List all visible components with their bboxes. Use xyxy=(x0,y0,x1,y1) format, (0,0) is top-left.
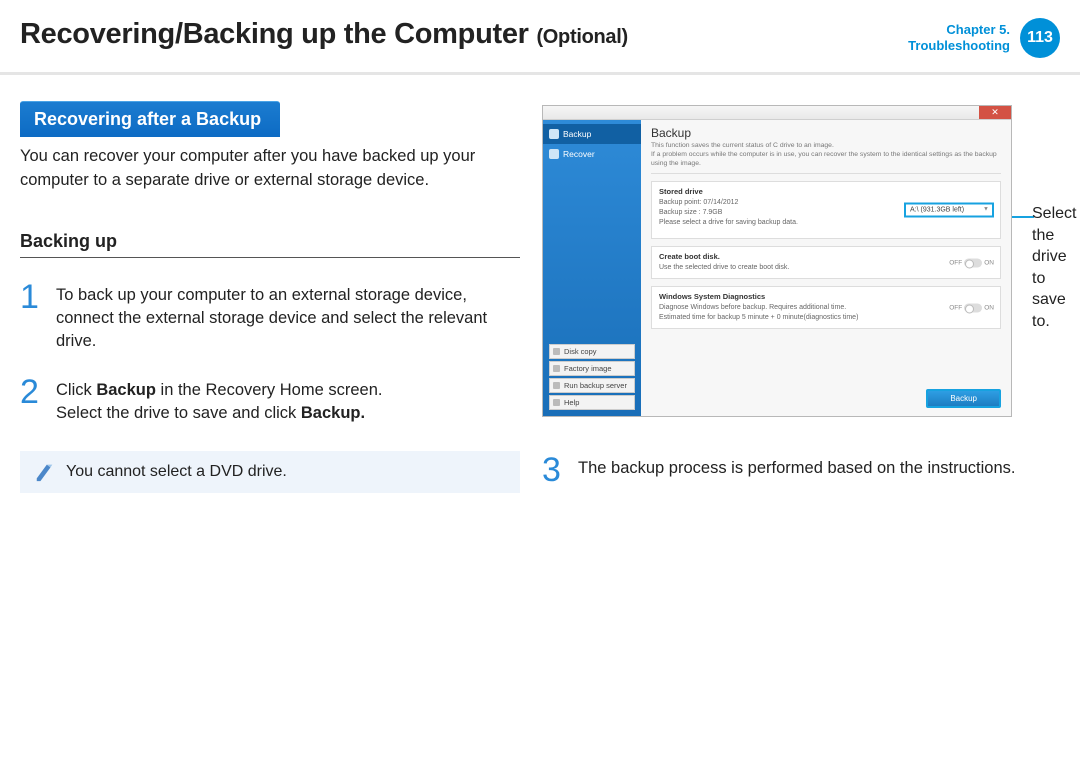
title-suffix: (Optional) xyxy=(536,26,627,48)
toggle-knob-icon xyxy=(964,258,982,267)
callout-connector xyxy=(1012,216,1034,218)
panel-title: Stored drive xyxy=(659,187,993,196)
step-2: 2 Click Backup in the Recovery Home scre… xyxy=(20,375,520,425)
close-icon[interactable]: ✕ xyxy=(979,106,1011,119)
chapter-text: Chapter 5. Troubleshooting xyxy=(908,22,1010,55)
window-titlebar: ✕ xyxy=(543,106,1011,120)
right-column: ✕ Backup Recover Disk copy Factory image… xyxy=(542,101,1060,493)
disk-copy-button[interactable]: Disk copy xyxy=(549,344,635,359)
panel-line: Use the selected drive to create boot di… xyxy=(659,263,993,273)
app-sidebar: Backup Recover Disk copy Factory image R… xyxy=(543,120,641,416)
panel-title: Windows System Diagnostics xyxy=(659,292,993,301)
text-bold: Backup. xyxy=(301,404,365,422)
toggle-on-label: ON xyxy=(984,259,994,266)
text-run: Click xyxy=(56,381,96,399)
toggle-off-label: OFF xyxy=(949,304,962,311)
step-number: 1 xyxy=(20,280,44,353)
sidebar-item-recover[interactable]: Recover xyxy=(543,144,641,164)
chapter-block: Chapter 5. Troubleshooting 113 xyxy=(908,18,1060,58)
sidebar-item-backup[interactable]: Backup xyxy=(543,124,641,144)
app-screenshot: ✕ Backup Recover Disk copy Factory image… xyxy=(542,105,1012,417)
intro-text: You can recover your computer after you … xyxy=(20,145,520,193)
toggle-on-label: ON xyxy=(984,304,994,311)
select-drive-hint: Please select a drive for saving backup … xyxy=(659,218,993,228)
toggle-knob-icon xyxy=(964,303,982,312)
backup-button[interactable]: Backup xyxy=(926,389,1001,408)
chapter-line2: Troubleshooting xyxy=(908,38,1010,54)
text-bold: Backup xyxy=(96,381,156,399)
panel-title: Create boot disk. xyxy=(659,252,993,261)
panel-line: Diagnose Windows before backup. Requires… xyxy=(659,303,993,323)
left-column: Recovering after a Backup You can recove… xyxy=(20,101,520,493)
toggle-off-label: OFF xyxy=(949,259,962,266)
step-number: 2 xyxy=(20,375,44,425)
step-text: The backup process is performed based on… xyxy=(578,453,1015,487)
note-box: You cannot select a DVD drive. xyxy=(20,451,520,493)
panel-stored-drive: Stored drive Backup point: 07/14/2012 Ba… xyxy=(651,181,1001,239)
panel-diagnostics: Windows System Diagnostics Diagnose Wind… xyxy=(651,286,1001,329)
factory-image-button[interactable]: Factory image xyxy=(549,361,635,376)
step-text: Click Backup in the Recovery Home screen… xyxy=(56,375,382,425)
pane-title: Backup xyxy=(651,126,1001,140)
sidebar-bottom-buttons: Disk copy Factory image Run backup serve… xyxy=(549,342,635,410)
page-header: Recovering/Backing up the Computer (Opti… xyxy=(0,0,1080,75)
note-text: You cannot select a DVD drive. xyxy=(66,463,287,481)
page-number-badge: 113 xyxy=(1020,18,1060,58)
subheading-backing-up: Backing up xyxy=(20,231,520,258)
panel-create-boot-disk: Create boot disk. Use the selected drive… xyxy=(651,246,1001,279)
chapter-line1: Chapter 5. xyxy=(908,22,1010,38)
callout-select-drive: Select the drive to save to. xyxy=(1032,203,1076,333)
title-main: Recovering/Backing up the Computer xyxy=(20,18,529,50)
boot-disk-toggle[interactable]: OFF ON xyxy=(949,258,994,267)
diagnostics-toggle[interactable]: OFF ON xyxy=(949,303,994,312)
help-button[interactable]: Help xyxy=(549,395,635,410)
step-1: 1 To back up your computer to an externa… xyxy=(20,280,520,353)
step-text: To back up your computer to an external … xyxy=(56,280,520,353)
page-title: Recovering/Backing up the Computer (Opti… xyxy=(20,18,628,51)
run-backup-server-button[interactable]: Run backup server xyxy=(549,378,635,393)
step-number: 3 xyxy=(542,453,566,487)
section-banner: Recovering after a Backup xyxy=(20,101,280,137)
app-main-pane: Backup This function saves the current s… xyxy=(641,120,1011,416)
note-icon xyxy=(34,461,56,483)
step-3: 3 The backup process is performed based … xyxy=(542,453,1060,487)
drive-select-dropdown[interactable]: A:\ (931.3GB left) xyxy=(904,203,994,218)
pane-description: This function saves the current status o… xyxy=(651,142,1001,174)
